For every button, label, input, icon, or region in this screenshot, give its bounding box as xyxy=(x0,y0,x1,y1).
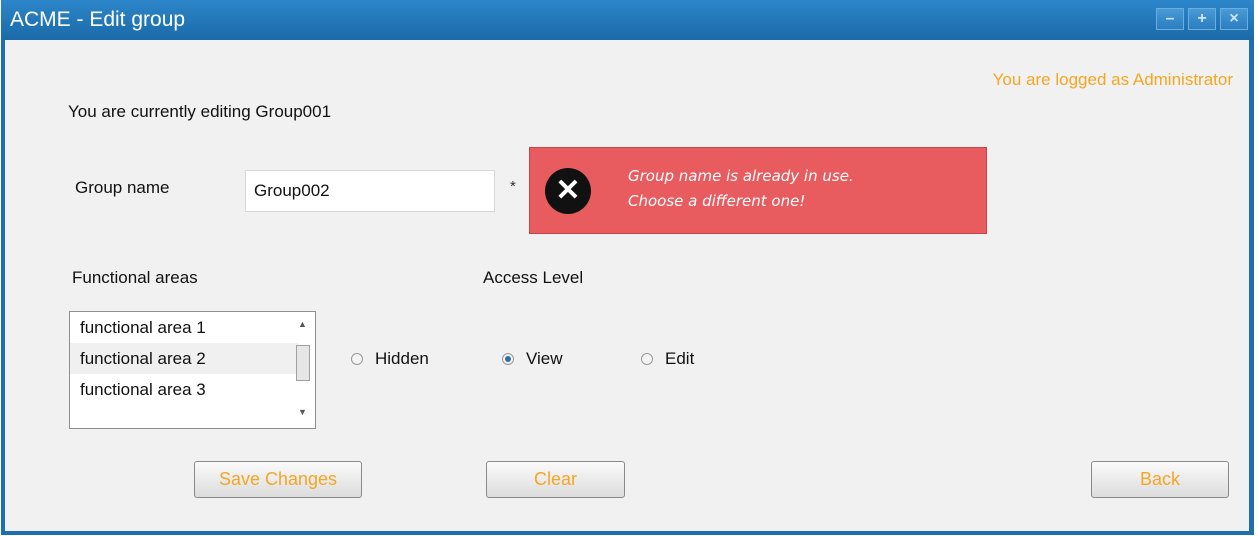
list-item[interactable]: functional area 2 xyxy=(70,343,298,374)
list-item[interactable]: functional area 1 xyxy=(70,312,298,343)
scroll-thumb[interactable] xyxy=(296,345,310,381)
radio-hidden-circle[interactable] xyxy=(351,353,363,365)
radio-view-label: View xyxy=(526,349,563,368)
error-close-icon: ✕ xyxy=(545,168,591,214)
error-message-box: ✕ Group name is already in use. Choose a… xyxy=(529,147,987,234)
list-scrollbar[interactable]: ▲ ▼ xyxy=(294,315,312,425)
required-mark: * xyxy=(510,178,516,195)
functional-areas-label: Functional areas xyxy=(72,268,198,287)
title-bar[interactable]: ACME - Edit group – + × xyxy=(1,0,1254,40)
radio-hidden-label: Hidden xyxy=(375,349,429,368)
radio-edit[interactable]: Edit xyxy=(641,349,694,369)
group-name-input[interactable] xyxy=(245,170,495,212)
list-item[interactable]: functional area 3 xyxy=(70,374,298,405)
error-line-2: Choose a different one! xyxy=(628,192,806,210)
maximize-icon[interactable]: + xyxy=(1188,8,1216,30)
back-button[interactable]: Back xyxy=(1091,461,1229,498)
app-window: ACME - Edit group – + × You are logged a… xyxy=(1,0,1254,535)
list-items: functional area 1 functional area 2 func… xyxy=(70,312,298,405)
radio-hidden[interactable]: Hidden xyxy=(351,349,429,369)
radio-view[interactable]: View xyxy=(502,349,563,369)
scroll-up-icon[interactable]: ▲ xyxy=(298,319,307,329)
close-window-icon[interactable]: × xyxy=(1220,8,1248,30)
clear-button[interactable]: Clear xyxy=(486,461,625,498)
scroll-down-icon[interactable]: ▼ xyxy=(298,407,307,417)
functional-areas-list[interactable]: functional area 1 functional area 2 func… xyxy=(69,311,316,429)
save-changes-button[interactable]: Save Changes xyxy=(194,461,362,498)
access-level-label: Access Level xyxy=(483,268,584,287)
window-controls: – + × xyxy=(1152,8,1248,30)
minimize-icon[interactable]: – xyxy=(1156,8,1184,30)
group-name-label: Group name xyxy=(75,178,170,197)
error-text: Group name is already in use. Choose a d… xyxy=(628,164,968,214)
radio-edit-circle[interactable] xyxy=(641,353,653,365)
error-line-1: Group name is already in use. xyxy=(628,167,854,185)
editing-label: You are currently editing Group001 xyxy=(68,102,332,121)
logged-user-text: You are logged as Administrator xyxy=(992,70,1233,89)
window-title: ACME - Edit group xyxy=(10,8,186,31)
window-content: You are logged as Administrator You are … xyxy=(5,40,1249,531)
radio-edit-label: Edit xyxy=(665,349,695,368)
radio-view-circle[interactable] xyxy=(502,353,514,365)
